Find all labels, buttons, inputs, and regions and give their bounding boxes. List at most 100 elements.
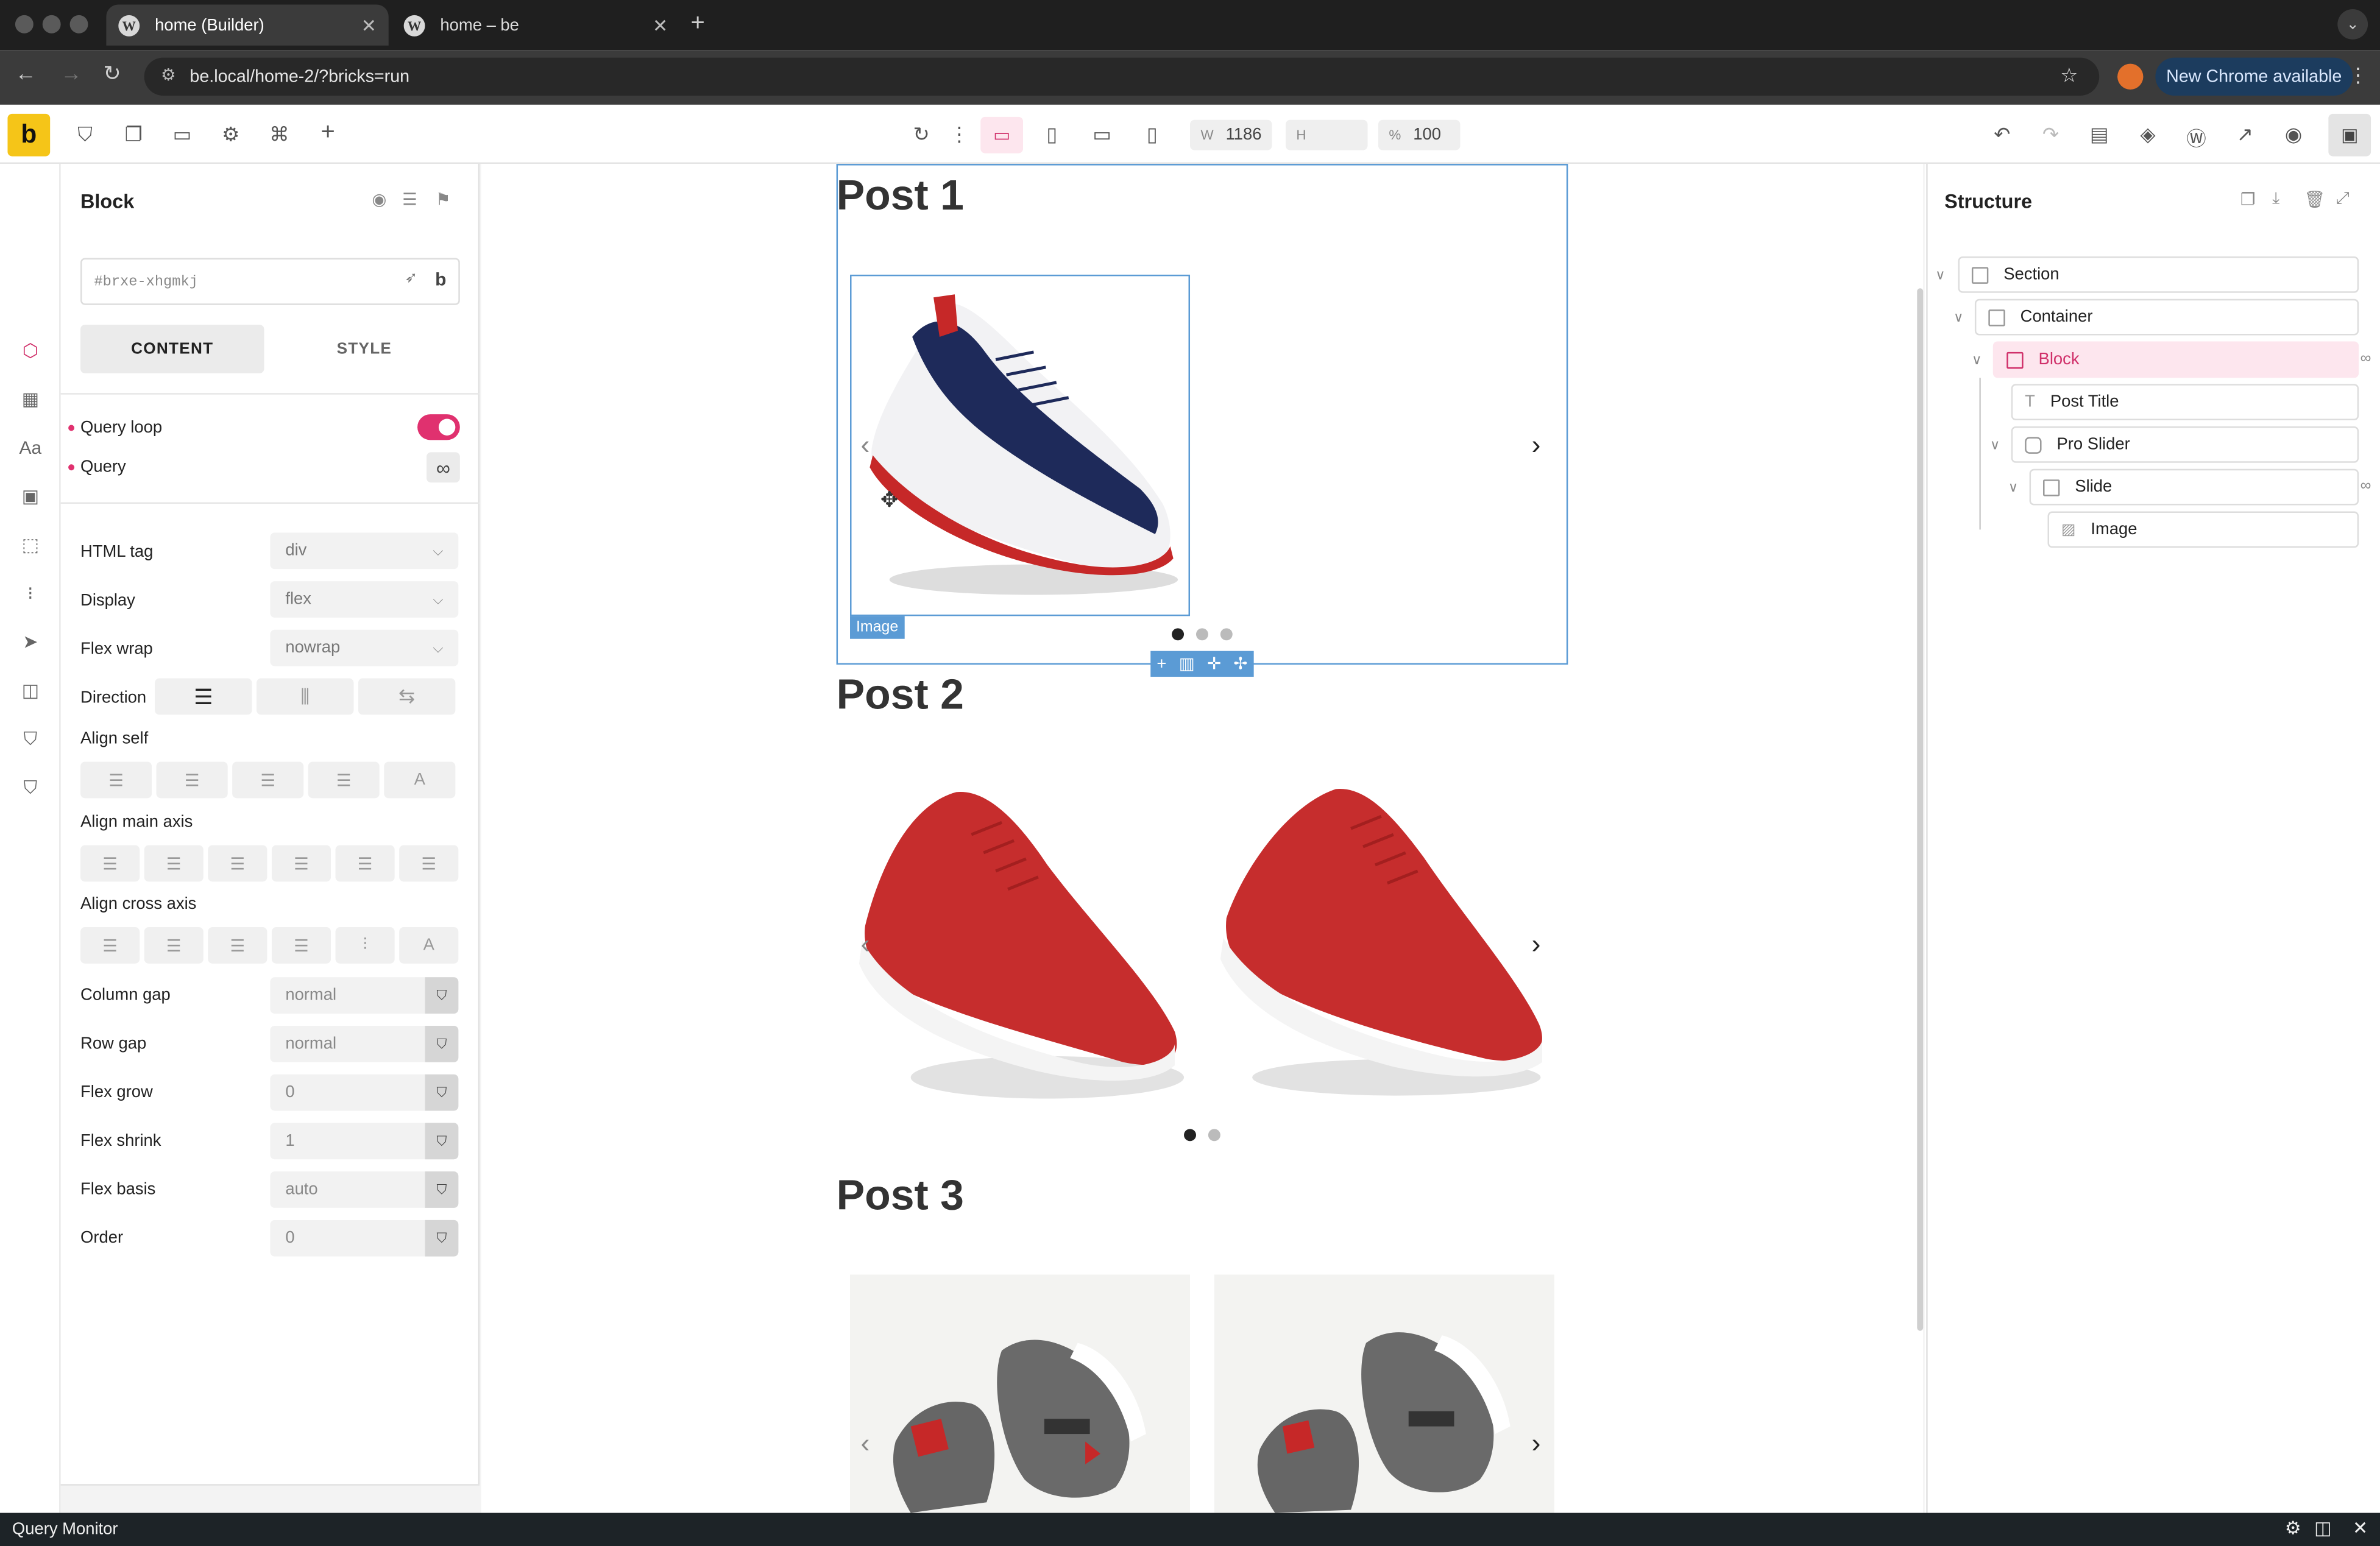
redo-icon[interactable]: ↷ xyxy=(2037,123,2064,147)
download-icon[interactable]: ⤓ xyxy=(2272,189,2279,209)
layout-icon[interactable]: ▦ xyxy=(16,389,44,416)
justify-between-icon[interactable]: ☰ xyxy=(271,845,331,882)
css-variable-icon[interactable]: ⛉ xyxy=(425,1123,459,1160)
post-title[interactable]: Post 2 xyxy=(837,671,964,719)
forward-icon[interactable]: → xyxy=(61,61,82,85)
global-classes-icon[interactable]: ☰ xyxy=(402,189,417,210)
direction-reverse-icon[interactable]: ⇆ xyxy=(358,678,456,715)
site-info-icon[interactable]: ⚙ xyxy=(161,65,176,85)
align-center-icon[interactable]: ☰ xyxy=(156,761,228,799)
canvas-scrollbar[interactable] xyxy=(1917,288,1924,1331)
command-icon[interactable]: ⌘ xyxy=(266,123,293,147)
url-input[interactable]: ⚙ be.local/home-2/?bricks=run ☆ xyxy=(144,57,2100,96)
align-stretch-icon[interactable]: ☰ xyxy=(308,761,380,799)
height-input[interactable]: H xyxy=(1285,119,1368,150)
display-select[interactable]: flex ⌵ xyxy=(270,581,459,618)
chevron-down-icon[interactable]: ∨ xyxy=(1953,309,1963,326)
css-variable-icon[interactable]: ⛉ xyxy=(425,1220,459,1257)
templates-icon[interactable]: ▤ xyxy=(2086,123,2113,147)
slider-next-arrow[interactable]: › xyxy=(1532,929,1541,961)
toggle-panel-icon[interactable]: ◫ xyxy=(2314,1517,2331,1539)
css-variable-icon[interactable]: ⛉ xyxy=(425,1171,459,1208)
chevron-down-icon[interactable]: ∨ xyxy=(1990,437,2000,453)
css-variable-icon[interactable]: ⛉ xyxy=(425,1074,459,1111)
chevron-down-icon[interactable]: ∨ xyxy=(1935,267,1945,283)
slider-prev-arrow[interactable]: ‹ xyxy=(860,429,869,461)
clipboard-icon[interactable]: ❐ xyxy=(2240,189,2256,210)
items-center-alt-icon[interactable]: ⫶ xyxy=(335,927,395,964)
slider-prev-arrow[interactable]: ‹ xyxy=(860,929,869,961)
close-tab-icon[interactable]: ✕ xyxy=(361,15,377,36)
direction-column-icon[interactable]: ☰ xyxy=(155,678,252,715)
flex-basis-input[interactable]: auto ⛉ xyxy=(270,1171,459,1208)
css-id-input[interactable]: #brxe-xhgmkj ➶ b xyxy=(80,258,460,305)
close-icon[interactable]: ✕ xyxy=(2353,1517,2368,1539)
cursor-pointer-icon[interactable]: ➶ xyxy=(405,270,417,286)
transform-icon[interactable]: ◫ xyxy=(16,680,44,707)
items-end-icon[interactable]: ☰ xyxy=(208,927,267,964)
slider-prev-arrow[interactable]: ‹ xyxy=(860,1428,869,1460)
background-icon[interactable]: ▣ xyxy=(16,485,44,513)
pagination-dot[interactable] xyxy=(1220,628,1233,641)
tablet-landscape-icon[interactable]: ▯ xyxy=(1038,123,1066,147)
add-element-icon[interactable]: + xyxy=(314,120,342,147)
tab-content[interactable]: CONTENT xyxy=(80,325,264,373)
order-input[interactable]: 0 ⛉ xyxy=(270,1220,459,1257)
query-monitor-bar[interactable]: Query Monitor ⚙ ◫ ✕ xyxy=(0,1512,2380,1546)
folder-icon[interactable]: ▭ xyxy=(169,123,196,147)
spacing-icon[interactable]: ⁝ xyxy=(16,583,44,610)
tab-search-icon[interactable]: ⌄ xyxy=(2337,9,2368,40)
column-gap-input[interactable]: normal ⛉ xyxy=(270,977,459,1014)
more-vertical-icon[interactable]: ⋮ xyxy=(946,123,973,147)
conditions-icon[interactable]: ⚑ xyxy=(436,189,451,210)
close-tab-icon[interactable]: ✕ xyxy=(653,15,668,36)
typography-icon[interactable]: Aa xyxy=(16,437,44,464)
attributes-icon[interactable]: ⛉ xyxy=(16,777,44,804)
window-close-button[interactable] xyxy=(15,15,34,34)
bookmark-star-icon[interactable]: ☆ xyxy=(2060,64,2078,88)
flex-grow-input[interactable]: 0 ⛉ xyxy=(270,1074,459,1111)
profile-avatar[interactable] xyxy=(2117,63,2144,90)
pages-icon[interactable]: ❐ xyxy=(120,123,147,147)
chevron-down-icon[interactable]: ∨ xyxy=(2008,479,2018,496)
justify-end-icon[interactable]: ☰ xyxy=(208,845,267,882)
tab-style[interactable]: STYLE xyxy=(270,325,458,373)
structure-node-post-title[interactable]: T Post Title xyxy=(2011,384,2359,421)
pagination-dot[interactable] xyxy=(1195,628,1208,641)
justify-start-icon[interactable]: ☰ xyxy=(80,845,140,882)
pagination-dot-active[interactable] xyxy=(1184,1129,1196,1142)
wordpress-dashboard-icon[interactable]: Ⓦ xyxy=(2183,123,2210,152)
flex-wrap-select[interactable]: nowrap ⌵ xyxy=(270,629,459,666)
slider-next-arrow[interactable]: › xyxy=(1532,1428,1541,1460)
align-end-icon[interactable]: ☰ xyxy=(232,761,304,799)
query-loop-toggle[interactable] xyxy=(417,414,460,440)
window-zoom-button[interactable] xyxy=(69,15,88,34)
post-1-slide-image[interactable] xyxy=(850,274,1191,616)
css-icon[interactable]: ⛉ xyxy=(16,729,44,756)
post-2-slide-image[interactable] xyxy=(850,774,1191,1115)
items-center-icon[interactable]: ☰ xyxy=(144,927,204,964)
browser-tab-home[interactable]: W home – be ✕ xyxy=(392,4,680,45)
move-horizontal-icon[interactable]: ✛ xyxy=(1207,654,1221,674)
preview-eye-icon[interactable]: ◉ xyxy=(2280,123,2307,147)
post-2-slide-image[interactable] xyxy=(1214,774,1554,1115)
bricks-logo[interactable]: b xyxy=(7,113,51,157)
justify-evenly-icon[interactable]: ☰ xyxy=(399,845,459,882)
save-icon[interactable]: ▣ xyxy=(2328,113,2371,157)
justify-center-icon[interactable]: ☰ xyxy=(144,845,204,882)
move-vertical-icon[interactable]: ✢ xyxy=(1233,654,1247,674)
back-icon[interactable]: ← xyxy=(15,61,37,85)
window-minimize-button[interactable] xyxy=(42,15,61,34)
post-3-slide-image[interactable] xyxy=(850,1274,1191,1513)
zoom-input[interactable]: % 100 xyxy=(1378,119,1461,150)
undo-icon[interactable]: ↶ xyxy=(1988,123,2016,147)
reload-icon[interactable]: ↻ xyxy=(103,61,121,86)
pagination-dot-active[interactable] xyxy=(1172,628,1185,641)
settings-gear-icon[interactable]: ⚙ xyxy=(2285,1517,2301,1539)
new-chrome-available-button[interactable]: New Chrome available xyxy=(2155,57,2353,96)
align-start-icon[interactable]: ☰ xyxy=(80,761,152,799)
add-icon[interactable]: + xyxy=(1156,655,1166,673)
tablet-portrait-icon[interactable]: ▭ xyxy=(1088,123,1116,147)
structure-node-slide[interactable]: Slide xyxy=(2029,468,2359,506)
html-tag-select[interactable]: div ⌵ xyxy=(270,532,459,570)
